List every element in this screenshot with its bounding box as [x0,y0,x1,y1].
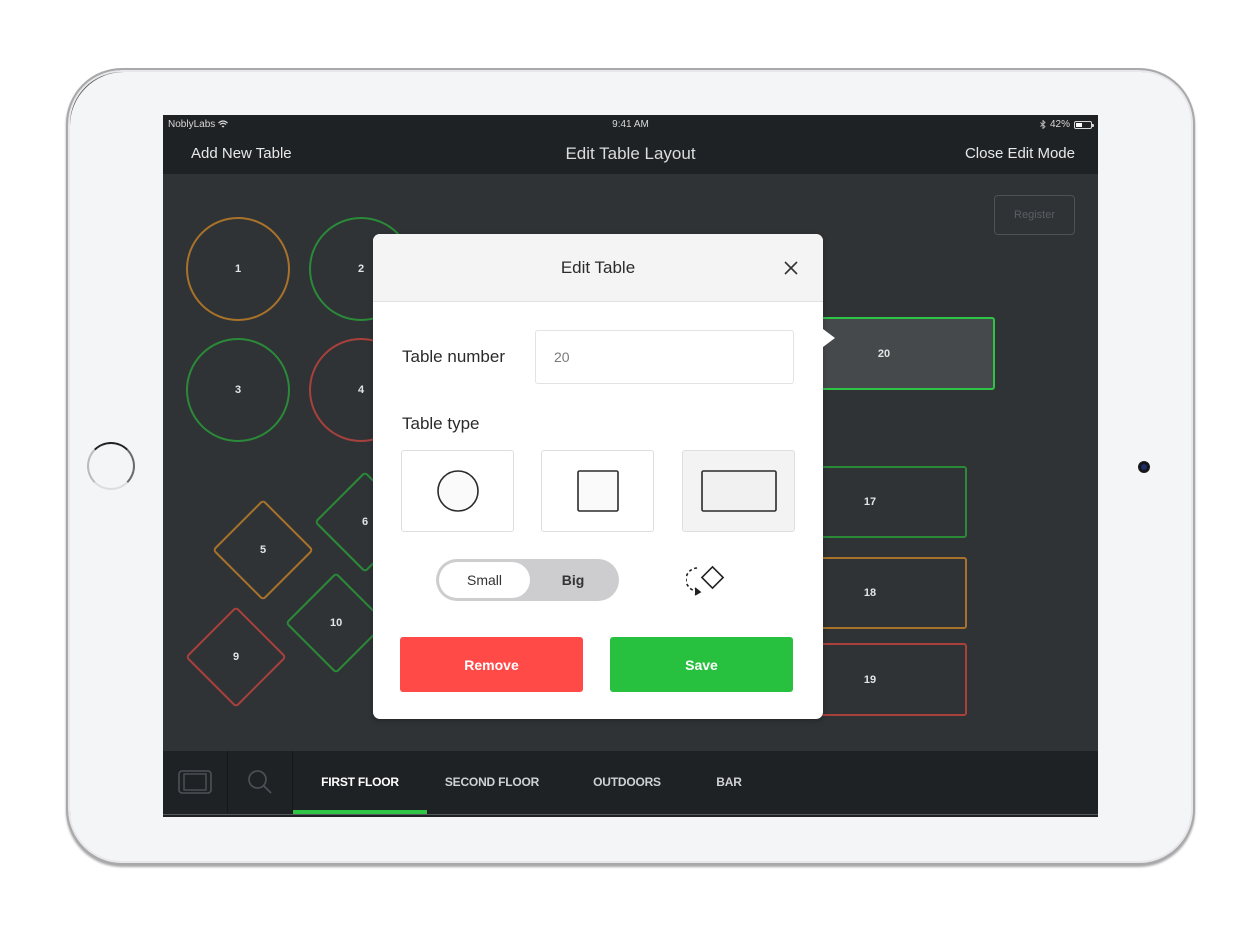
table-number-label: 17 [863,496,877,508]
tab-first-floor[interactable]: FIRST FLOOR [293,751,427,815]
table-number-label: 20 [877,347,891,360]
tab-divider [163,814,1098,815]
table-type-label: Table type [402,414,480,433]
circle-shape-icon [436,470,479,512]
bluetooth-icon [1040,120,1046,129]
battery-percent: 42% [1049,119,1070,130]
table-number-label: 5 [259,544,267,556]
battery-icon [1074,120,1094,129]
save-button[interactable]: Save [610,637,793,692]
tab-outdoors[interactable]: OUTDOORS [557,751,697,813]
battery-fill [1076,122,1082,127]
rectangle-shape-icon [700,470,777,512]
table-number-label: 18 [863,587,877,599]
table-number-label: 3 [234,384,242,396]
table-number-label: 4 [357,384,365,396]
table-5[interactable]: 5 [212,499,314,601]
size-toggle[interactable]: Small Big [436,559,619,601]
table-number-label: 9 [232,651,240,663]
search-icon [248,770,272,794]
status-bar: NoblyLabs 9:41 AM 42% [163,115,1098,133]
edit-table-dialog: Edit Table Table number Table type Small… [373,234,835,719]
page-title: Edit Table Layout [565,144,696,163]
square-shape-icon [576,470,619,512]
tablet-icon [178,770,212,794]
table-type-square[interactable] [541,450,654,532]
table-number-label: 6 [361,516,369,528]
dialog-title: Edit Table [560,258,636,277]
table-number-label: 19 [863,673,877,686]
tab-second-floor[interactable]: SECOND FLOOR [427,751,557,813]
table-number-label: 1 [234,263,242,275]
table-number-label: Table number [402,347,506,366]
nav-bar: Add New Table Edit Table Layout Close Ed… [163,133,1098,174]
tab-bar[interactable]: BAR [697,751,761,813]
table-number-label: 2 [357,263,365,275]
table-9[interactable]: 9 [185,606,287,708]
status-right: 42% [1040,119,1094,130]
remove-button[interactable]: Remove [400,637,583,692]
close-icon[interactable] [783,260,799,276]
table-3[interactable]: 3 [186,338,290,442]
size-big-option[interactable]: Big [530,559,616,601]
table-10[interactable]: 10 [285,572,387,674]
status-time: 9:41 AM [612,119,649,130]
rotate-icon[interactable] [686,561,730,599]
tablet-view-button[interactable] [163,751,228,813]
table-number-input[interactable] [535,330,794,384]
popover-arrow [823,329,835,347]
search-button[interactable] [228,751,293,813]
table-type-round[interactable] [401,450,514,532]
size-small-option[interactable]: Small [439,559,530,601]
table-type-rectangle[interactable] [682,450,795,532]
floor-tab-bar: FIRST FLOOR SECOND FLOOR OUTDOORS BAR [163,751,1098,817]
table-number-label: 10 [329,617,343,629]
home-button[interactable] [87,442,135,490]
register-button[interactable]: Register [994,195,1075,235]
dialog-header: Edit Table [373,234,823,302]
camera-icon [1138,461,1150,473]
table-1[interactable]: 1 [186,217,290,321]
close-edit-mode-button[interactable]: Close Edit Mode [965,145,1075,162]
